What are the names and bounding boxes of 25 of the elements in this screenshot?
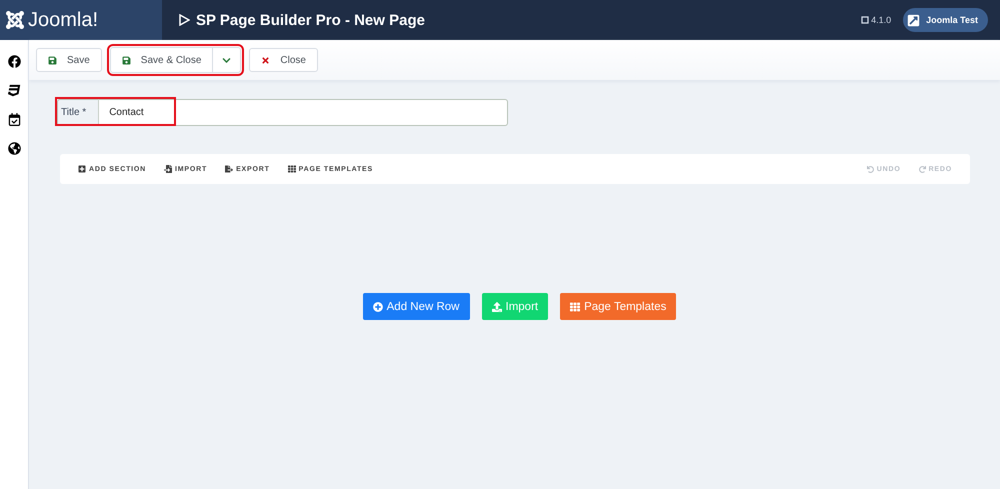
external-link-icon — [907, 14, 920, 26]
redo-icon — [918, 166, 926, 172]
logo-text: Joomla! — [28, 8, 98, 32]
facebook-icon[interactable] — [8, 55, 20, 68]
page-title: SP Page Builder Pro - New Page — [196, 12, 426, 28]
close-icon — [261, 56, 270, 64]
user-button[interactable]: Joomla Test — [903, 8, 988, 32]
close-button[interactable]: Close — [249, 48, 318, 72]
save-icon — [48, 56, 57, 64]
css-icon[interactable] — [8, 84, 20, 97]
grid-icon — [288, 165, 296, 173]
undo-icon — [866, 166, 874, 172]
save-icon — [122, 56, 131, 64]
play-icon — [178, 14, 190, 26]
title-input[interactable]: Contact — [99, 99, 508, 126]
version-label: 4.1.0 — [871, 15, 892, 25]
add-section-icon — [78, 165, 86, 173]
add-row-button[interactable]: Add New Row — [362, 293, 470, 320]
globe-icon[interactable] — [8, 142, 20, 155]
save-button[interactable]: Save — [36, 48, 102, 72]
joomla-logo-icon — [6, 11, 24, 29]
save-close-button[interactable]: Save & Close — [110, 48, 214, 72]
chevron-down-icon — [222, 56, 232, 64]
grid-icon — [570, 302, 580, 312]
calendar-check-icon[interactable] — [8, 113, 20, 126]
